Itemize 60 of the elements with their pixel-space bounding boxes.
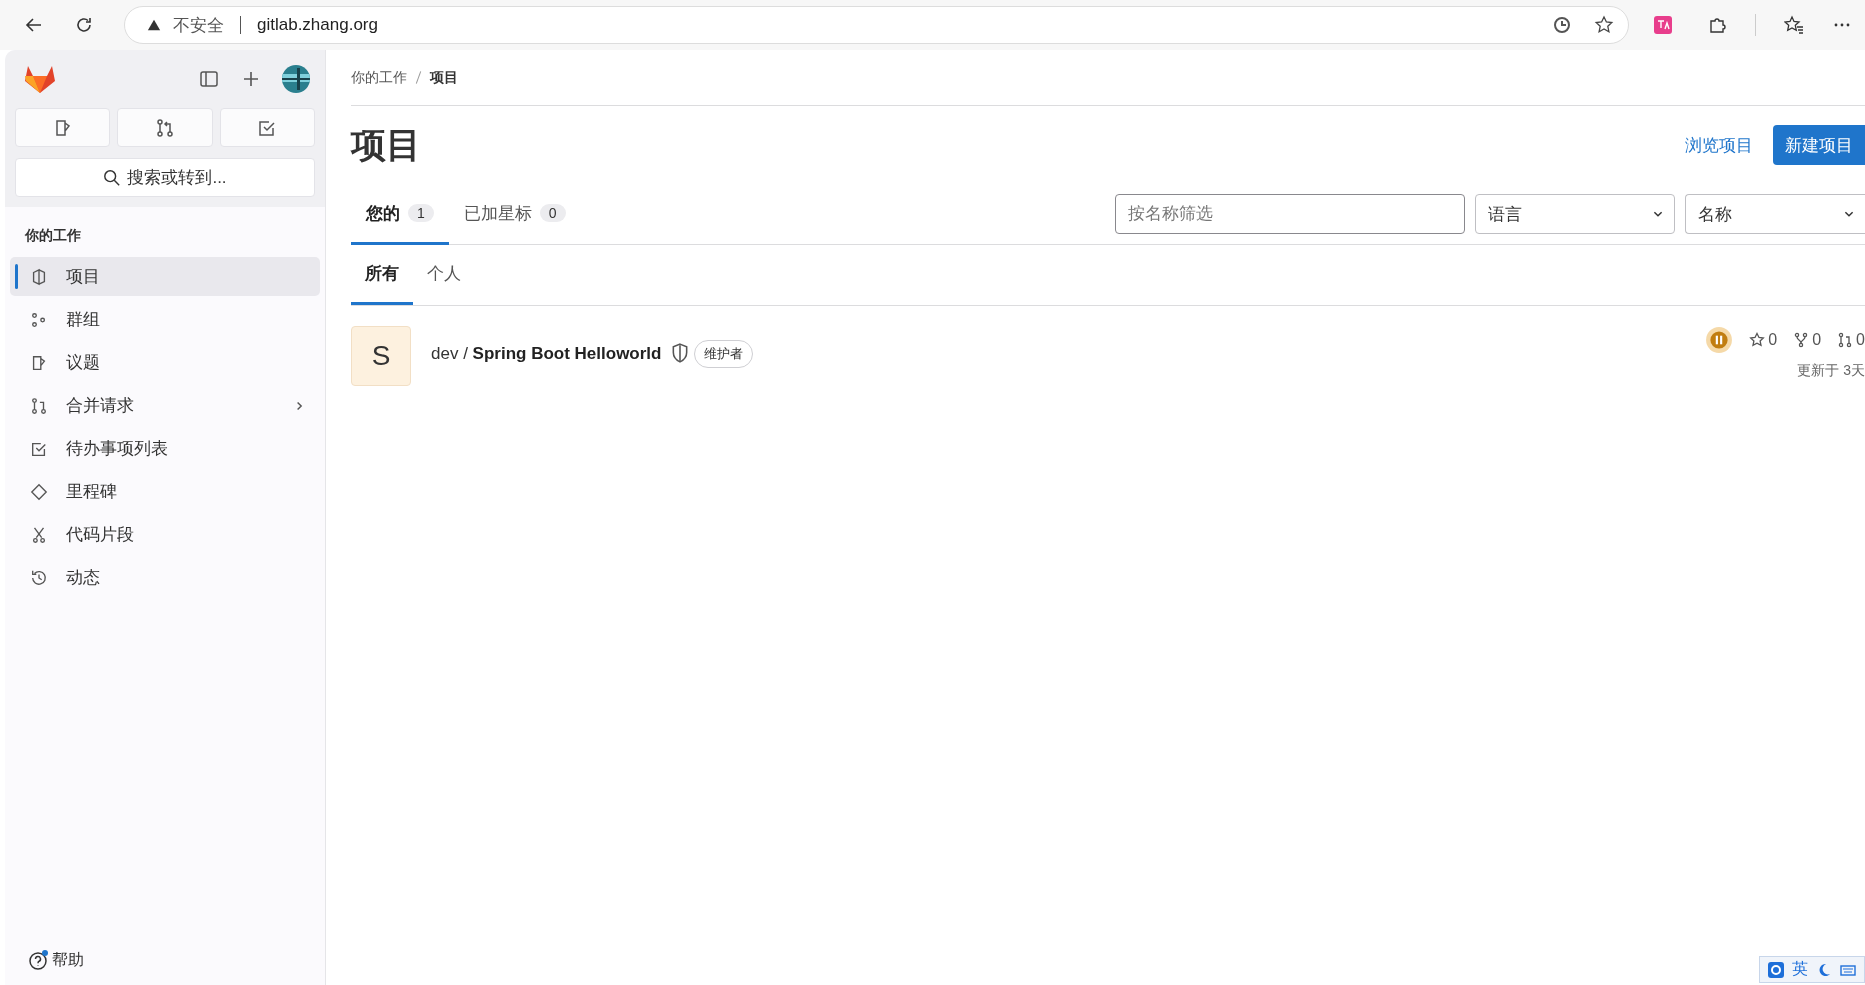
book-icon (30, 267, 48, 286)
plus-icon[interactable] (241, 69, 261, 89)
note-icon (30, 353, 48, 372)
breadcrumb-link[interactable]: 项目 (430, 68, 458, 87)
security-label: 不安全 (173, 14, 224, 37)
ime-toolbar[interactable]: 英 (1759, 956, 1865, 983)
tab[interactable]: 个人 (413, 245, 475, 305)
nav-item[interactable]: 代码片段 (10, 515, 320, 554)
filter-input[interactable]: 按名称筛选 (1115, 194, 1465, 234)
help-link[interactable]: 帮助 (10, 949, 320, 971)
avatar-icon[interactable] (281, 64, 311, 94)
search-icon (103, 168, 122, 187)
nav-item[interactable]: 动态 (10, 558, 320, 597)
search-button[interactable]: 搜索或转到... (15, 158, 315, 197)
project-name-link[interactable]: dev / Spring Boot Helloworld (431, 344, 662, 364)
reload-icon[interactable] (74, 15, 94, 35)
todo-button[interactable] (219, 108, 315, 147)
star-icon[interactable] (1594, 15, 1614, 35)
shield-icon (671, 343, 690, 363)
input-mode-label[interactable]: 英 (1792, 959, 1808, 980)
translate-icon[interactable] (1653, 15, 1673, 35)
help-icon (28, 949, 50, 971)
url-text: gitlab.zhang.org (257, 15, 378, 35)
section-heading: 你的工作 (24, 226, 82, 245)
tab[interactable]: 您的 1 (351, 184, 449, 245)
address-bar[interactable]: 不安全 gitlab.zhang.org (124, 6, 1629, 44)
sidebar-toggle-icon[interactable] (199, 69, 219, 89)
new-project-button[interactable]: 新建项目 (1773, 125, 1865, 165)
branch-icon (155, 117, 175, 138)
merge-request-count[interactable]: 0 (1837, 331, 1865, 349)
fork-count[interactable]: 0 (1793, 331, 1822, 349)
nodes-icon (30, 310, 48, 329)
browse-projects-link[interactable]: 浏览项目 (1685, 133, 1753, 157)
nav-item[interactable]: 群组 (10, 300, 320, 339)
scissors-icon (30, 525, 48, 544)
warning-icon (147, 18, 161, 32)
project-avatar[interactable]: S (351, 326, 411, 386)
issues-button[interactable] (15, 108, 111, 147)
updated-time: 更新于 3天 (1797, 362, 1865, 380)
nav-item[interactable]: 待办事项列表 (10, 429, 320, 468)
nav-item[interactable]: 合并请求 (10, 386, 320, 425)
page-title: 项目 (351, 123, 421, 166)
puzzle-icon[interactable] (1707, 15, 1727, 35)
fox-logo-icon[interactable] (24, 64, 56, 94)
dropdown[interactable]: 名称 (1685, 194, 1865, 234)
history-icon (30, 568, 48, 587)
tab[interactable]: 所有 (351, 245, 413, 305)
nav-item[interactable]: 项目 (10, 257, 320, 296)
nav-item[interactable]: 里程碑 (10, 472, 320, 511)
tab[interactable]: 已加星标 0 (448, 184, 581, 245)
breadcrumb-link[interactable]: 你的工作 (351, 68, 407, 87)
star-count[interactable]: 0 (1749, 331, 1778, 349)
pipeline-status-icon[interactable] (1705, 326, 1734, 354)
merge-requests-button[interactable] (117, 108, 213, 147)
favorites-icon[interactable] (1784, 15, 1804, 35)
nav-item[interactable]: 议题 (10, 343, 320, 382)
branch-icon (30, 396, 48, 415)
ime-logo-icon[interactable] (1768, 961, 1784, 978)
dropdown[interactable]: 语言 (1475, 194, 1675, 234)
diamond-icon (30, 482, 48, 501)
